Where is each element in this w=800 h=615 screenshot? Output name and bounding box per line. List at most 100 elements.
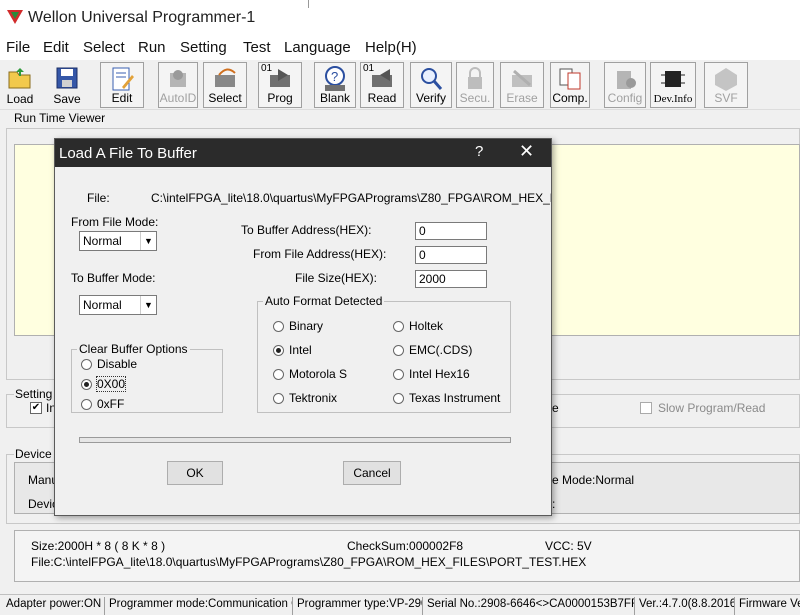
slow-program-label: Slow Program/Read: [658, 401, 766, 415]
verify-button[interactable]: Verify: [410, 62, 452, 108]
blank-label: Blank: [319, 91, 351, 105]
verify-label: Verify: [415, 91, 446, 105]
clear-disable-radio[interactable]: [81, 359, 92, 370]
vcc-value: VCC: 5V: [545, 539, 592, 553]
format-holtek-radio[interactable]: [393, 321, 404, 332]
lock-icon: [468, 67, 482, 89]
edit-button[interactable]: Edit: [100, 62, 144, 108]
wellon-logo-icon: [7, 10, 23, 24]
chip-svf-icon: [715, 68, 737, 91]
comp-button[interactable]: Comp.: [550, 62, 590, 108]
chip-config-icon: [617, 71, 636, 89]
close-icon[interactable]: ✕: [519, 141, 534, 162]
chip-read-icon: [372, 69, 392, 87]
autoid-button[interactable]: AutoID: [158, 62, 198, 108]
help-icon[interactable]: ?: [475, 143, 483, 160]
comp-label: Comp.: [552, 91, 588, 105]
format-emc-label: EMC(.CDS): [409, 343, 473, 357]
to-buffer-address-input[interactable]: 0: [415, 222, 487, 240]
secu-button[interactable]: Secu.: [456, 62, 494, 108]
chevron-down-icon: ▼: [140, 232, 156, 250]
device-info-label: Device I: [14, 447, 60, 461]
format-ti-radio[interactable]: [393, 393, 404, 404]
auto-format-label: Auto Format Detected: [263, 294, 385, 308]
menu-help[interactable]: Help(H): [365, 39, 417, 56]
to-buffer-mode-value: Normal: [83, 298, 122, 312]
menu-file[interactable]: File: [6, 39, 30, 56]
format-emc-radio[interactable]: [393, 345, 404, 356]
device-colon-fragment: :: [552, 497, 556, 511]
dialog-title: Load A File To Buffer: [59, 145, 197, 162]
to-buffer-mode-select[interactable]: Normal ▼: [79, 295, 157, 315]
file-size-label: File Size(HEX):: [295, 271, 378, 285]
clear-buffer-group: [71, 349, 223, 413]
from-file-mode-label: From File Mode:: [71, 215, 159, 229]
status-version: Ver.:4.7.0(8.8.2016): [634, 597, 734, 615]
clear-00-label: 0X00: [95, 376, 127, 392]
menu-language[interactable]: Language: [284, 39, 351, 56]
menu-run[interactable]: Run: [138, 39, 166, 56]
svf-button[interactable]: SVF: [704, 62, 748, 108]
to-buffer-mode-label: To Buffer Mode:: [71, 271, 156, 285]
save-button[interactable]: Save: [48, 62, 86, 108]
config-button[interactable]: Config: [604, 62, 646, 108]
clear-disable-label: Disable: [97, 357, 138, 371]
format-motorola-radio[interactable]: [273, 369, 284, 380]
erase-label: Erase: [506, 91, 538, 105]
menu-select[interactable]: Select: [83, 39, 125, 56]
from-file-mode-select[interactable]: Normal ▼: [79, 231, 157, 251]
clear-ff-radio[interactable]: [81, 399, 92, 410]
title-separator: [308, 0, 309, 8]
svg-text:?: ?: [331, 69, 338, 84]
menu-setting[interactable]: Setting: [180, 39, 227, 56]
menu-bar: File Edit Select Run Setting Test Langua…: [0, 36, 800, 60]
file-size-input[interactable]: 2000: [415, 270, 487, 288]
folder-open-icon: [8, 68, 31, 89]
load-file-dialog: Load A File To Buffer ? ✕ File: C:\intel…: [54, 138, 552, 516]
chevron-down-icon: ▼: [140, 296, 156, 314]
clear-buffer-label: Clear Buffer Options: [77, 342, 190, 356]
format-binary-radio[interactable]: [273, 321, 284, 332]
load-button[interactable]: Load: [2, 62, 38, 108]
load-label: Load: [6, 92, 34, 106]
prog-button[interactable]: 01 Prog: [258, 62, 302, 108]
setting-fragment: e: [552, 401, 559, 415]
format-intel16-label: Intel Hex16: [409, 367, 470, 381]
format-intel16-radio[interactable]: [393, 369, 404, 380]
status-firmware: Firmware Ver: [734, 597, 800, 615]
format-tektronix-label: Tektronix: [289, 391, 338, 405]
format-tektronix-radio[interactable]: [273, 393, 284, 404]
blank-button[interactable]: ? Blank: [314, 62, 356, 108]
status-programmer-mode: Programmer mode:Communication OK!: [104, 597, 292, 615]
read-button[interactable]: 01 Read: [360, 62, 404, 108]
setting-checkbox[interactable]: ✔: [30, 402, 42, 414]
format-binary-label: Binary: [289, 319, 324, 333]
from-file-mode-value: Normal: [83, 234, 122, 248]
from-file-address-label: From File Address(HEX):: [253, 247, 387, 261]
clear-ff-label: 0xFF: [97, 397, 125, 411]
cancel-button[interactable]: Cancel: [343, 461, 401, 485]
progress-bar: [79, 437, 511, 443]
chip-info-icon: [661, 71, 685, 87]
devinfo-label: Dev.Info: [653, 93, 693, 105]
menu-test[interactable]: Test: [243, 39, 271, 56]
format-intel-radio[interactable]: [273, 345, 284, 356]
chip-erase-icon: [512, 69, 532, 87]
format-motorola-label: Motorola S: [289, 367, 348, 381]
clear-00-radio[interactable]: [81, 379, 92, 390]
status-adapter: Adapter power:ON: [6, 598, 102, 610]
blank-check-icon: ?: [325, 66, 345, 91]
app-title-bar: Wellon Universal Programmer-1: [0, 0, 800, 36]
magnifier-verify-icon: [421, 68, 443, 90]
slow-program-checkbox[interactable]: [640, 402, 652, 414]
select-button[interactable]: Select: [203, 62, 247, 108]
from-file-address-input[interactable]: 0: [415, 246, 487, 264]
device-mode-value: e Mode:Normal: [552, 473, 635, 487]
ok-button[interactable]: OK: [167, 461, 223, 485]
read-label: Read: [367, 91, 397, 105]
svf-label: SVF: [714, 91, 738, 105]
devinfo-button[interactable]: Dev.Info: [650, 62, 696, 108]
menu-edit[interactable]: Edit: [43, 39, 69, 56]
dialog-title-bar: Load A File To Buffer ? ✕: [55, 139, 551, 167]
erase-button[interactable]: Erase: [500, 62, 544, 108]
